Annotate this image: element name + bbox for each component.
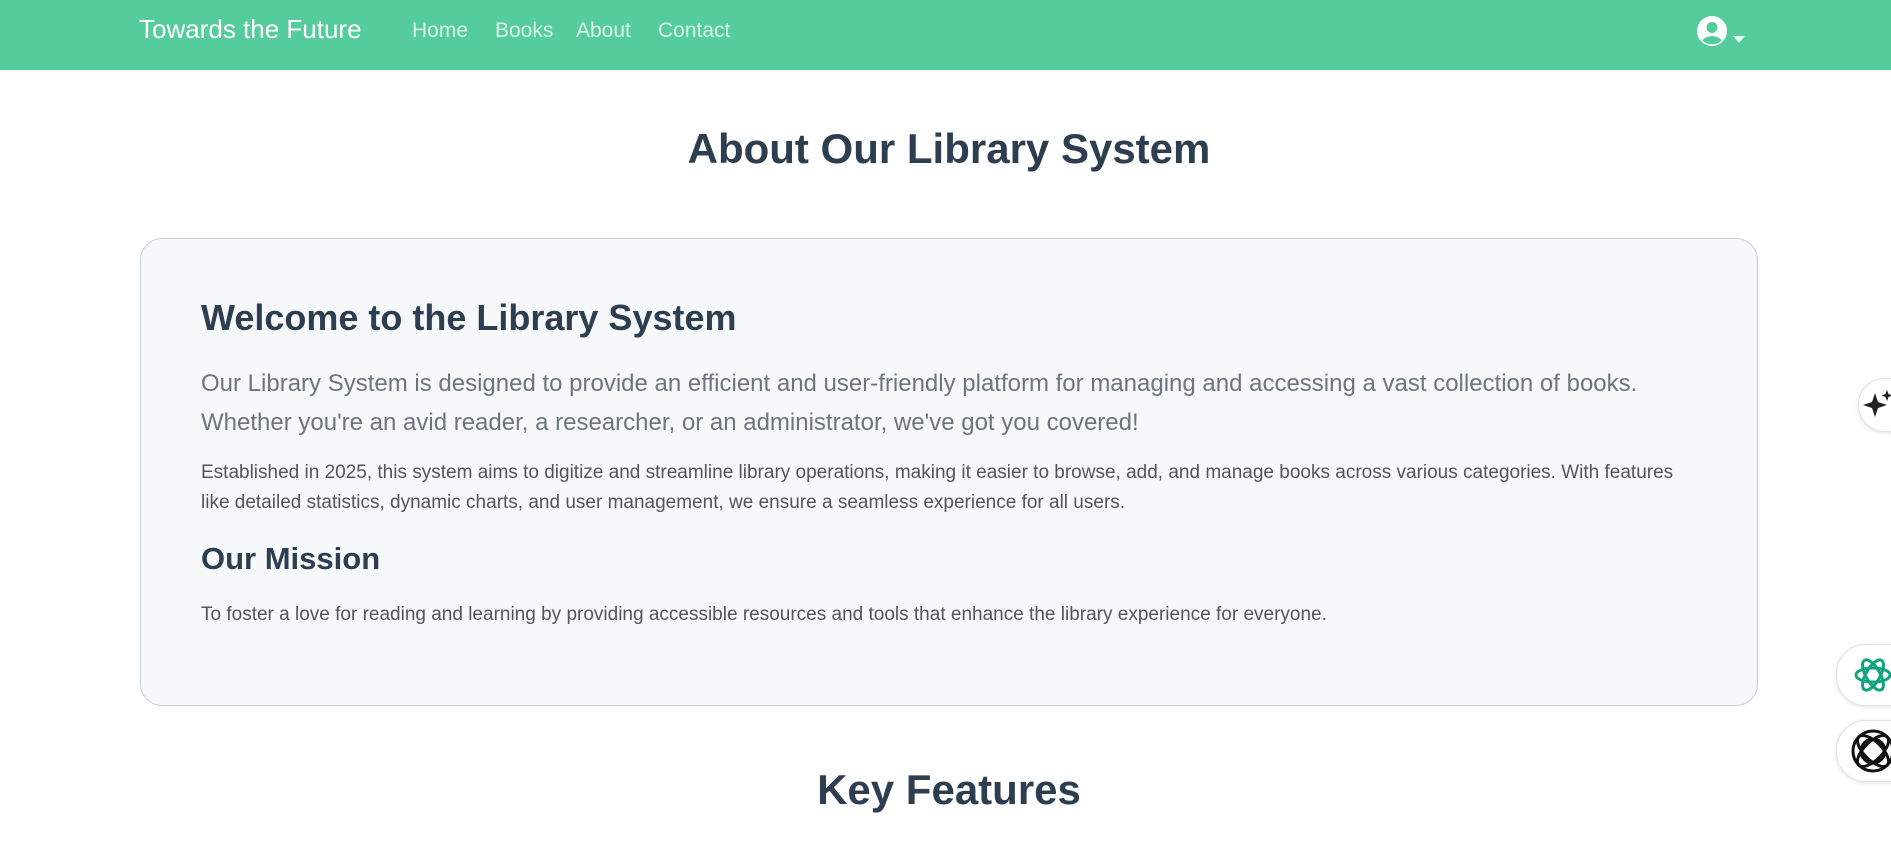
mission-heading: Our Mission bbox=[201, 541, 381, 576]
sparkle-assistant-button[interactable] bbox=[1858, 378, 1891, 432]
nav-link-home[interactable]: Home bbox=[412, 19, 468, 43]
nav-link-about[interactable]: About bbox=[576, 19, 631, 43]
about-card: Welcome to the Library System Our Librar… bbox=[140, 238, 1758, 706]
nav-link-contact[interactable]: Contact bbox=[658, 19, 730, 43]
page-title: About Our Library System bbox=[687, 125, 1211, 172]
chatgpt-assistant-button[interactable] bbox=[1836, 644, 1891, 706]
caret-down-icon bbox=[1733, 30, 1745, 48]
intro-lead-text: Our Library System is designed to provid… bbox=[201, 370, 1638, 436]
rings-assistant-button[interactable] bbox=[1836, 720, 1891, 782]
mission-paragraph: To foster a love for reading and learnin… bbox=[201, 604, 1327, 625]
established-paragraph: Established in 2025, this system aims to… bbox=[201, 462, 1674, 513]
card-title: Welcome to the Library System bbox=[201, 297, 737, 338]
brand-logo-text[interactable]: Towards the Future bbox=[139, 14, 362, 45]
user-menu-dropdown[interactable] bbox=[1696, 15, 1750, 51]
top-navbar: Towards the Future Home Books About Cont… bbox=[0, 0, 1891, 70]
key-features-heading: Key Features bbox=[817, 766, 1081, 813]
nav-link-books[interactable]: Books bbox=[495, 19, 553, 43]
